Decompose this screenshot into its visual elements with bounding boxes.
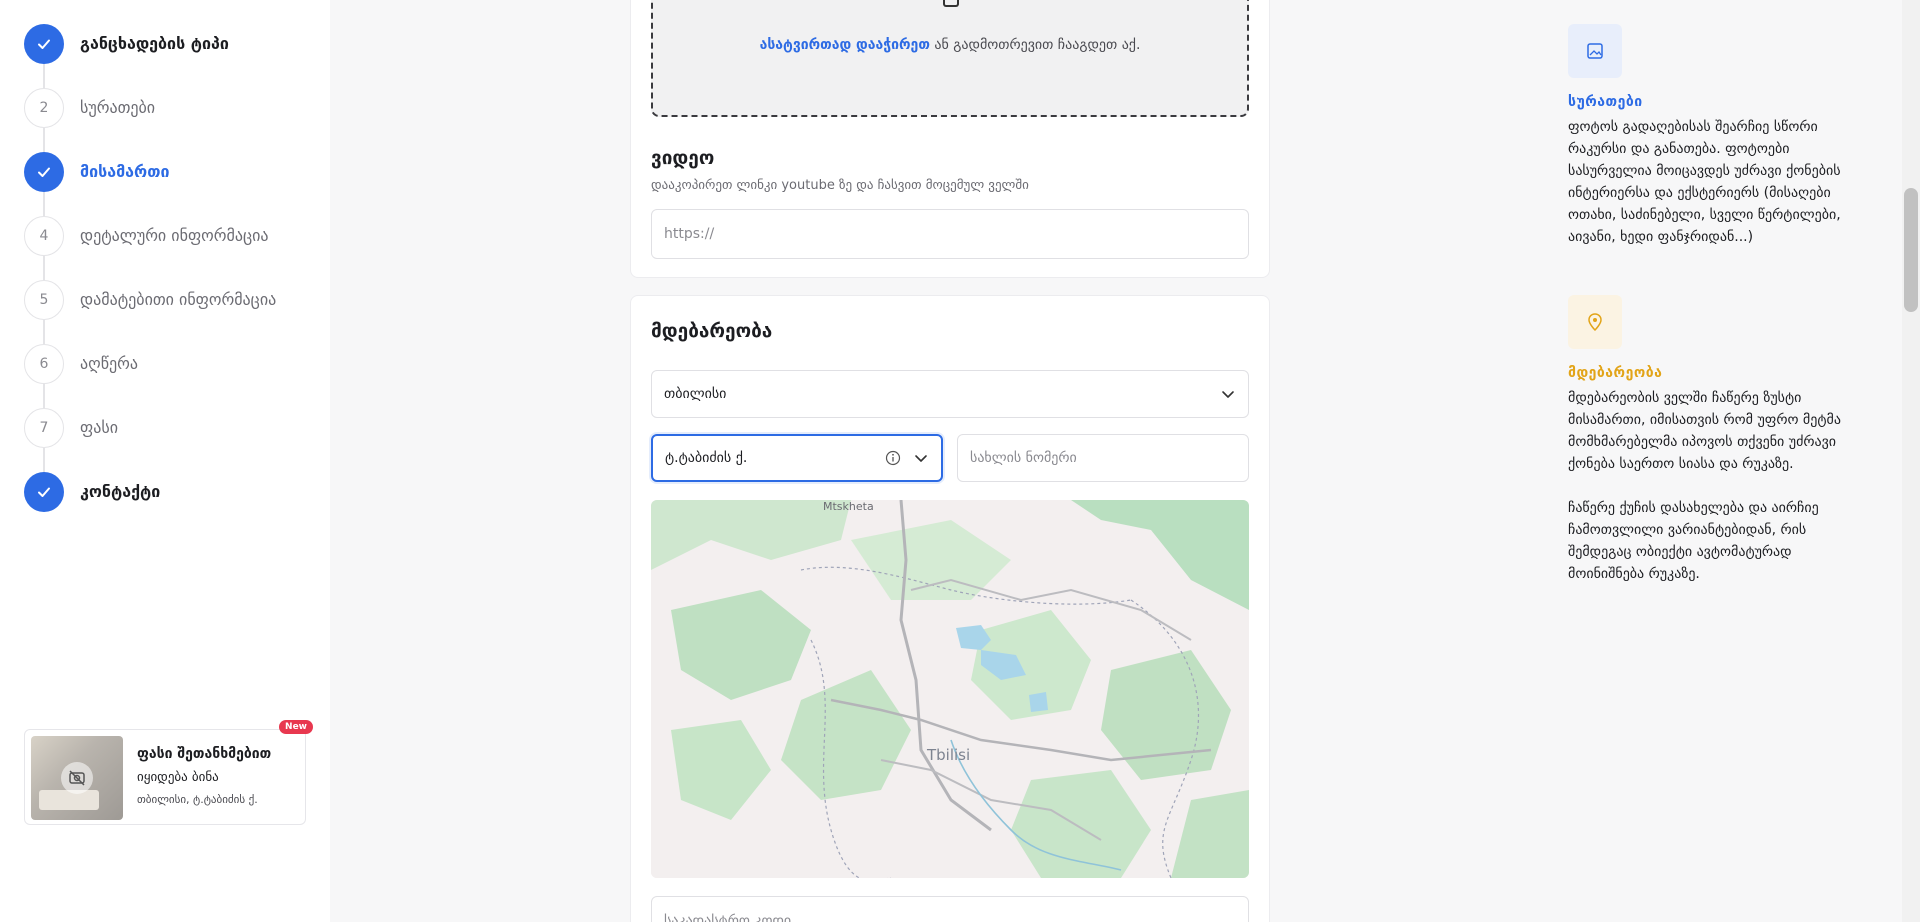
image-icon: [1568, 24, 1622, 78]
step-additional[interactable]: 5 დამატებითი ინფორმაცია: [24, 280, 276, 344]
city-value: თბილისი: [664, 386, 727, 402]
listing-summary-card[interactable]: ფასი შეთანხმებით იყიდება ბინა თბილისი, ტ…: [24, 720, 313, 825]
step-type[interactable]: განცხადების ტიპი: [24, 24, 276, 88]
step-connector: [43, 384, 45, 408]
step-label: დეტალური ინფორმაცია: [80, 226, 269, 245]
info-location-text: მდებარეობის ველში ჩაწერე ზუსტი მისამართი…: [1568, 390, 1841, 582]
new-badge: New: [279, 720, 313, 734]
step-label: სურათები: [80, 98, 156, 117]
step-number: 5: [24, 280, 64, 320]
step-number: 7: [24, 408, 64, 448]
info-location: მდებარეობა მდებარეობის ველში ჩაწერე ზუსტ…: [1568, 295, 1868, 585]
cadastral-code-input[interactable]: საკადასტრო კოდი: [651, 896, 1249, 922]
chevron-down-icon: [1222, 391, 1234, 398]
step-number: 4: [24, 216, 64, 256]
step-connector: [43, 64, 45, 88]
step-description[interactable]: 6 აღწერა: [24, 344, 276, 408]
map-pin-icon: [1568, 295, 1622, 349]
summary-price: ფასი შეთანხმებით: [137, 746, 272, 762]
info-icon[interactable]: [885, 450, 901, 466]
sidebar: განცხადების ტიპი 2 სურათები მისამართი 4 …: [0, 0, 330, 922]
step-connector: [43, 128, 45, 152]
info-photos-title: სურათები: [1568, 94, 1643, 110]
step-check-circle: [24, 152, 64, 192]
dropzone-hint: ან გადმოთრევით ჩააგდეთ აქ.: [929, 37, 1141, 53]
info-location-title: მდებარეობა: [1568, 365, 1663, 381]
location-title: მდებარეობა: [651, 320, 773, 342]
map-label-tbilisi: Tbilisi: [927, 746, 971, 764]
video-title: ვიდეო: [651, 147, 715, 169]
media-card: ასატვირთად დააჭირეთ ან გადმოთრევით ჩააგდ…: [630, 0, 1270, 278]
photo-dropzone[interactable]: ასატვირთად დააჭირეთ ან გადმოთრევით ჩააგდ…: [651, 0, 1249, 117]
city-select[interactable]: თბილისი: [651, 370, 1249, 418]
step-details[interactable]: 4 დეტალური ინფორმაცია: [24, 216, 276, 280]
info-photos-text: ფოტოს გადაღებისას შეარჩიე სწორი რაკურსი …: [1568, 119, 1841, 245]
no-photo-icon: [61, 762, 93, 794]
check-icon: [38, 39, 50, 49]
step-label: განცხადების ტიპი: [80, 34, 229, 53]
step-connector: [43, 448, 45, 472]
step-number: 6: [24, 344, 64, 384]
step-label: აღწერა: [80, 354, 138, 373]
check-icon: [38, 487, 50, 497]
summary-text: ფასი შეთანხმებით იყიდება ბინა თბილისი, ტ…: [137, 736, 271, 818]
step-connector: [43, 320, 45, 344]
dropzone-text: ასატვირთად დააჭირეთ ან გადმოთრევით ჩააგდ…: [653, 37, 1247, 53]
step-label: კონტაქტი: [80, 482, 161, 501]
house-number-input[interactable]: სახლის ნომერი: [957, 434, 1249, 482]
street-value: ტ.ტაბიძის ქ.: [665, 450, 748, 466]
step-number: 2: [24, 88, 64, 128]
step-connector: [43, 256, 45, 280]
step-label: მისამართი: [80, 162, 170, 181]
summary-deal-type: იყიდება ბინა: [137, 770, 219, 785]
step-label: დამატებითი ინფორმაცია: [80, 290, 277, 309]
page-scrollbar[interactable]: [1902, 0, 1920, 922]
step-check-circle: [24, 472, 64, 512]
location-card: მდებარეობა თბილისი ტ.ტაბიძის ქ. სახლის ნ…: [630, 295, 1270, 922]
street-input-icons: [885, 450, 929, 466]
listing-thumbnail: [31, 736, 123, 820]
thumbnail-bed-shape: [39, 790, 99, 810]
street-input[interactable]: ტ.ტაბიძის ქ.: [651, 434, 943, 482]
map-label-mtskheta: Mtskheta: [823, 500, 874, 513]
video-url-input[interactable]: https://: [651, 209, 1249, 259]
summary-address: თბილისი, ტ.ტაბიძის ქ.: [137, 793, 258, 806]
check-icon: [38, 167, 50, 177]
chevron-down-icon[interactable]: [913, 450, 929, 466]
step-price[interactable]: 7 ფასი: [24, 408, 276, 472]
step-connector: [43, 192, 45, 216]
upload-icon: [943, 0, 959, 7]
stepper: განცხადების ტიპი 2 სურათები მისამართი 4 …: [24, 24, 276, 536]
upload-link[interactable]: ასატვირთად დააჭირეთ: [760, 37, 930, 53]
step-label: ფასი: [80, 418, 118, 437]
video-hint: დააკოპირეთ ლინკი youtube ზე და ჩასვით მო…: [651, 178, 1029, 193]
step-contact[interactable]: კონტაქტი: [24, 472, 276, 536]
info-photos: სურათები ფოტოს გადაღებისას შეარჩიე სწორი…: [1568, 24, 1868, 248]
location-map[interactable]: Mtskheta Tbilisi: [651, 500, 1249, 878]
step-address[interactable]: მისამართი: [24, 152, 276, 216]
scrollbar-thumb[interactable]: [1904, 188, 1918, 312]
step-check-circle: [24, 24, 64, 64]
map-terrain: [651, 500, 1249, 878]
step-photos[interactable]: 2 სურათები: [24, 88, 276, 152]
